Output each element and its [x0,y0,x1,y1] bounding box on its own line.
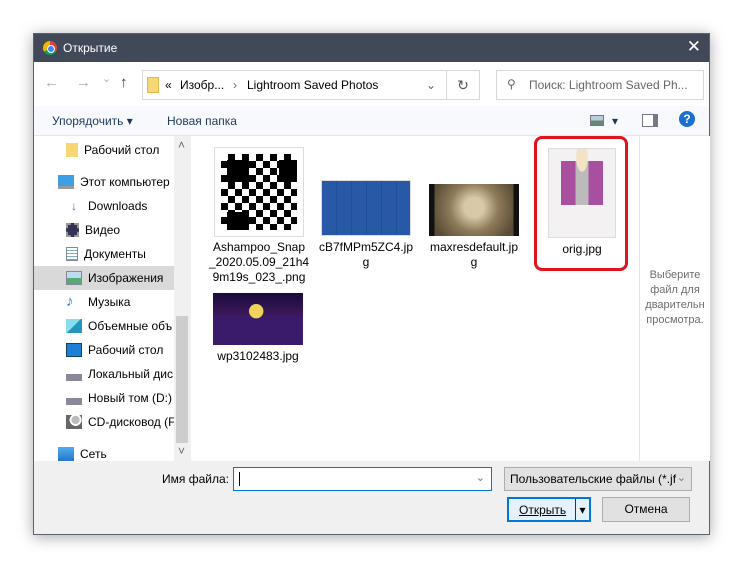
sidebar-item-label: Сеть [80,447,107,461]
sidebar-item-label: Музыка [88,295,131,309]
filetype-value: Пользовательские файлы (*.jf [510,472,677,486]
sidebar-item-desktop-quick[interactable]: Рабочий стол [66,138,189,162]
file-thumbnail [213,293,303,345]
file-name: Ashampoo_Snap _2020.05.09_21h4 9m19s_023… [209,240,310,284]
sidebar-item-label: CD-дисковод (F: [88,415,179,429]
back-button[interactable]: ← [44,74,59,91]
filename-label: Имя файла: [162,472,229,486]
file-list: Ashampoo_Snap _2020.05.09_21h4 9m19s_023… [191,136,639,461]
recent-locations-button[interactable]: ⌄ [102,72,111,85]
chrome-logo-icon [43,41,57,55]
sidebar-item-label: Локальный дис [88,367,173,381]
pictures-icon [66,271,82,285]
preview-pane-icon[interactable] [642,114,658,127]
search-placeholder: Поиск: Lightroom Saved Ph... [529,78,688,92]
text-cursor [239,472,240,486]
filename-dropdown[interactable]: ⌄ [476,471,485,484]
open-dropdown[interactable]: ▾ [575,499,589,520]
navigation-bar: ← → ⌄ ↑ « Изобр... › Lightroom Saved Pho… [34,62,709,106]
window-title: Открытие [63,41,118,55]
command-bar: Упорядочить ▾ Новая папка ▾ ? [34,106,709,136]
sidebar-item-label: Этот компьютер [80,175,170,189]
sidebar-item-downloads[interactable]: ↓ Downloads [66,194,189,218]
music-icon: ♪ [66,293,74,310]
title-bar: Открытие ✕ [34,34,709,62]
sidebar-item-desktop[interactable]: Рабочий стол [66,338,189,362]
sidebar-item-label: Объемные объ [88,319,173,333]
sidebar-item-label: Изображения [88,271,164,285]
sidebar-item-documents[interactable]: Документы [66,242,189,266]
organize-button[interactable]: Упорядочить ▾ [52,114,133,128]
file-item[interactable]: cB7fMPm5ZC4.jp g [316,180,416,270]
forward-button[interactable]: → [76,74,91,91]
cancel-button[interactable]: Отмена [602,497,690,522]
navigation-pane: Рабочий стол Этот компьютер ↓ Downloads В… [34,136,189,461]
address-dropdown[interactable]: ⌄ [426,78,436,92]
sidebar-item-local-disk[interactable]: Локальный дис [66,362,189,386]
cd-drive-icon [66,415,82,429]
refresh-button[interactable]: ↻ [446,71,479,99]
file-name: cB7fMPm5ZC4.jp g [318,240,414,269]
new-folder-button[interactable]: Новая папка [167,114,237,128]
sidebar-item-this-pc[interactable]: Этот компьютер [58,170,189,194]
up-button[interactable]: ↑ [120,74,128,91]
sidebar-item-label: Downloads [88,199,148,213]
search-input[interactable]: ⚲ Поиск: Lightroom Saved Ph... [496,70,704,100]
view-icon[interactable] [590,115,604,126]
file-name: wp3102483.jpg [217,349,299,363]
scrollbar-thumb[interactable] [176,316,188,443]
download-icon: ↓ [71,199,77,213]
filename-input[interactable]: ⌄ [233,467,492,491]
sidebar-item-network[interactable]: Сеть [58,442,189,461]
sidebar-item-3d-objects[interactable]: Объемные объ [66,314,189,338]
breadcrumb-separator[interactable]: › [233,78,237,92]
drive-icon [66,391,82,405]
sidebar-item-video[interactable]: Видео [66,218,189,242]
view-dropdown[interactable]: ▾ [612,114,618,128]
sidebar-item-label: Документы [84,247,146,261]
search-icon: ⚲ [507,77,516,91]
overflow-chevron[interactable]: « [165,78,172,92]
file-thumbnail [214,147,304,237]
breadcrumb-images[interactable]: Изобр... [180,78,224,92]
sidebar-scrollbar[interactable]: ˄ ˅ [174,136,190,461]
sidebar-item-label: Рабочий стол [84,143,160,157]
file-item[interactable]: maxresdefault.jp g [424,184,524,270]
drive-icon [66,367,82,381]
sidebar-item-music[interactable]: ♪ Музыка [66,290,189,314]
preview-pane: Выберите файл для дварительн просмотра. [639,136,710,461]
filetype-select[interactable]: Пользовательские файлы (*.jf ⌄ [504,467,692,491]
scroll-up-button[interactable]: ˄ [178,138,185,152]
close-button[interactable]: ✕ [687,37,701,57]
sidebar-item-cd-drive[interactable]: CD-дисковод (F: [66,410,189,434]
open-file-dialog: Открытие ✕ ← → ⌄ ↑ « Изобр... › Lightroo… [33,33,710,535]
network-icon [58,447,74,461]
sidebar-item-label: Рабочий стол [88,343,164,357]
video-icon [66,223,79,237]
sidebar-item-pictures[interactable]: Изображения [34,266,174,290]
file-name: maxresdefault.jp g [429,240,519,269]
folder-icon [66,143,78,157]
breadcrumb-lightroom[interactable]: Lightroom Saved Photos [247,78,378,92]
file-thumbnail [429,184,519,236]
address-bar[interactable]: « Изобр... › Lightroom Saved Photos ⌄ ↻ [142,70,480,100]
document-icon [66,247,78,261]
computer-icon [58,175,74,189]
3d-objects-icon [66,319,82,333]
open-button[interactable]: Открыть ▾ [507,497,591,522]
chevron-down-icon: ⌄ [676,472,686,484]
open-label: Открыть [519,503,567,517]
scroll-down-button[interactable]: ˅ [178,444,185,458]
file-item[interactable]: wp3102483.jpg [208,293,308,364]
sidebar-item-volume-d[interactable]: Новый том (D:) [66,386,189,410]
help-icon[interactable]: ? [679,111,695,127]
sidebar-item-label: Видео [85,223,121,237]
desktop-icon [66,343,82,357]
file-thumbnail [321,180,411,236]
sidebar-item-label: Новый том (D:) [88,391,172,405]
selection-highlight-annotation [534,136,628,271]
folder-icon [147,77,159,93]
file-item[interactable]: Ashampoo_Snap _2020.05.09_21h4 9m19s_023… [209,147,310,285]
